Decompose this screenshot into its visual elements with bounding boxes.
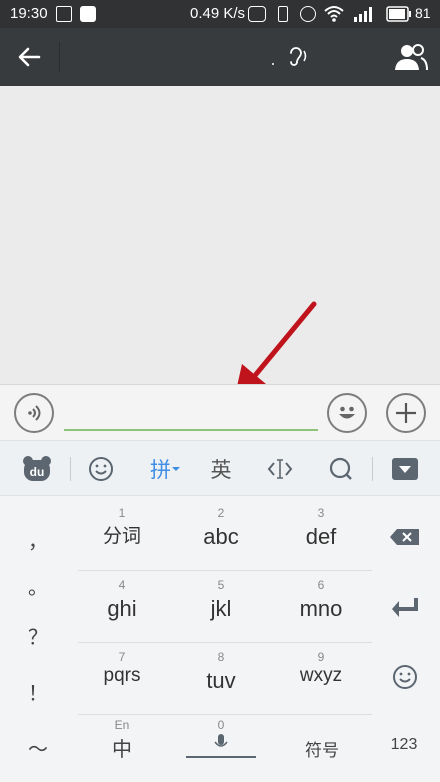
key-label: mno: [299, 596, 343, 621]
network-speed: 0.49 K/s: [190, 5, 246, 22]
key-row-divider: [78, 714, 372, 715]
pinyin-mode-button[interactable]: 拼: [145, 453, 185, 485]
english-mode-button[interactable]: 英: [206, 453, 236, 485]
key-number: 5: [217, 578, 225, 592]
keyboard-body: ， 。 ？ ！ ～ 1 分词 2 abc 3 def 4 ghi 5 jkl 6…: [0, 496, 440, 782]
message-icon: [56, 6, 72, 22]
punct-key[interactable]: ！: [0, 666, 76, 716]
vibrate-icon: [278, 6, 288, 22]
key-row-divider: [78, 642, 372, 643]
du-logo-button[interactable]: du: [20, 453, 54, 485]
smiley-icon: [393, 665, 417, 689]
numbers-key[interactable]: 123: [380, 718, 428, 778]
notification-icon: [80, 6, 96, 22]
search-icon: [329, 457, 352, 480]
status-bar: 19:30 0.49 K/s 81: [0, 0, 440, 28]
keyboard-toolbar: du 拼 英: [0, 440, 440, 496]
key-label: 分词: [102, 526, 141, 547]
punct-key[interactable]: ，: [0, 514, 76, 564]
chat-area: [0, 86, 440, 400]
symbols-key[interactable]: 符号: [294, 718, 350, 778]
enter-icon: [392, 598, 418, 617]
pinyin-label: 拼: [150, 459, 171, 482]
key-number: 7: [118, 650, 126, 664]
key-1[interactable]: 1 分词: [74, 506, 170, 566]
toolbar-divider: [70, 457, 71, 481]
message-input[interactable]: [64, 397, 318, 431]
du-status-icon: [248, 6, 266, 22]
dropdown-caret-icon: [172, 467, 180, 471]
back-arrow-icon[interactable]: [16, 44, 42, 70]
key-8[interactable]: 8 tuv: [173, 650, 269, 710]
emoticon-key[interactable]: [378, 652, 432, 702]
ear-icon: [272, 47, 307, 66]
enter-key[interactable]: [378, 582, 432, 632]
key-label: def: [305, 524, 337, 549]
du-logo-icon: du: [23, 456, 51, 481]
text-cursor-icon: [267, 459, 293, 479]
microphone-icon: [214, 734, 228, 747]
status-time: 19:30: [10, 5, 48, 22]
key-4[interactable]: 4 ghi: [74, 578, 170, 638]
people-icon[interactable]: [394, 42, 428, 72]
emoji-keyboard-button[interactable]: [86, 453, 116, 485]
key-number: 1: [118, 506, 126, 520]
key-label: wxyz: [299, 665, 343, 686]
add-button[interactable]: [386, 393, 426, 433]
space-number: 0: [217, 718, 225, 732]
backspace-icon: [390, 529, 419, 545]
collapse-icon: [392, 458, 418, 480]
voice-button[interactable]: [14, 393, 54, 433]
key-number: 2: [217, 506, 225, 520]
space-bar-line: [186, 756, 256, 758]
punct-key[interactable]: ？: [0, 610, 76, 660]
language-small-label: En: [114, 718, 130, 732]
key-number: 3: [317, 506, 325, 520]
title-divider: [59, 42, 60, 72]
search-button[interactable]: [326, 453, 356, 485]
title-bar: [0, 28, 440, 86]
emoji-button[interactable]: [327, 393, 367, 433]
language-main-label: 中: [112, 739, 132, 761]
signal-icon: [354, 7, 372, 22]
battery-icon: [386, 6, 411, 22]
key-number: 6: [317, 578, 325, 592]
key-label: ghi: [107, 596, 137, 621]
battery-level: 81: [415, 5, 431, 21]
input-bar: [0, 384, 440, 440]
english-label: 英: [210, 459, 232, 482]
alarm-icon: [300, 6, 316, 22]
key-label: pqrs: [103, 665, 141, 686]
wifi-icon: [324, 6, 344, 22]
voice-icon: [28, 405, 41, 421]
language-key[interactable]: En 中: [92, 718, 152, 778]
numbers-label: 123: [390, 736, 418, 753]
plus-icon: [396, 403, 416, 423]
symbols-label: 符号: [305, 741, 339, 760]
toolbar-divider: [372, 457, 373, 481]
key-label: abc: [203, 524, 239, 549]
punct-key[interactable]: 。: [0, 560, 76, 610]
key-number: 9: [317, 650, 325, 664]
key-2[interactable]: 2 abc: [173, 506, 269, 566]
smiley-icon: [89, 457, 113, 481]
hide-keyboard-button[interactable]: [390, 453, 420, 485]
key-label: tuv: [206, 668, 236, 693]
cursor-button[interactable]: [264, 453, 296, 485]
key-9[interactable]: 9 wxyz: [273, 650, 369, 710]
space-key[interactable]: 0: [186, 718, 256, 778]
emoji-icon: [339, 406, 355, 419]
key-5[interactable]: 5 jkl: [173, 578, 269, 638]
key-row-divider: [78, 570, 372, 571]
key-6[interactable]: 6 mno: [273, 578, 369, 638]
key-3[interactable]: 3 def: [273, 506, 369, 566]
key-number: 4: [118, 578, 126, 592]
key-label: jkl: [210, 596, 232, 621]
punct-key[interactable]: ～: [0, 722, 76, 772]
key-number: 8: [217, 650, 225, 664]
key-7[interactable]: 7 pqrs: [74, 650, 170, 710]
backspace-key[interactable]: [378, 512, 432, 562]
du-logo-text: du: [30, 465, 45, 479]
